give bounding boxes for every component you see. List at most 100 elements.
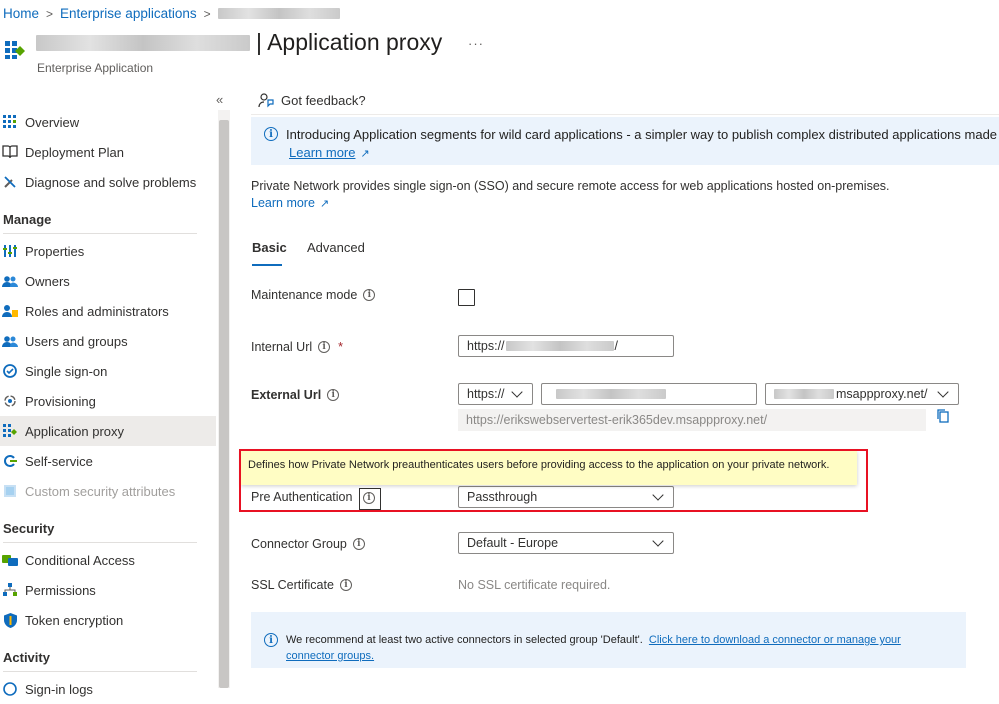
conditional-access-icon (2, 552, 18, 568)
connector-group-label: Connector Group i (251, 537, 365, 551)
info-icon[interactable]: i (339, 579, 352, 591)
app-name-redacted (36, 34, 250, 51)
chevron-down-icon (652, 535, 664, 547)
sidebar-item-properties[interactable]: Properties (0, 236, 216, 266)
sidebar-item-label: Deployment Plan (25, 144, 124, 160)
page-subtitle: Enterprise Application (37, 61, 154, 75)
internal-url-input[interactable]: https:/// (458, 335, 674, 357)
external-url-scheme-dropdown[interactable]: https:// (458, 383, 533, 405)
sidebar-item-owners[interactable]: Owners (0, 266, 216, 296)
sidebar-item-sso[interactable]: Single sign-on (0, 356, 216, 386)
breadcrumb: Home > Enterprise applications > (3, 6, 340, 21)
redacted-domain (774, 389, 834, 399)
external-url-domain-dropdown[interactable]: msappproxy.net/ (765, 383, 959, 405)
sidebar-item-permissions[interactable]: Permissions (0, 575, 216, 605)
sidebar-item-custom-security-attributes[interactable]: Custom security attributes (0, 476, 216, 506)
wrench-icon (2, 174, 18, 190)
breadcrumb-enterprise-apps[interactable]: Enterprise applications (60, 6, 197, 21)
info-icon[interactable]: i (318, 341, 331, 353)
sidebar-item-label: Sign-in logs (25, 681, 93, 697)
tab-basic[interactable]: Basic (252, 240, 287, 255)
ssl-certificate-value: No SSL certificate required. (458, 578, 611, 592)
chevron-down-icon (937, 386, 949, 398)
sidebar-heading-security: Security (3, 521, 55, 536)
active-tab-indicator (252, 264, 282, 266)
chevron-right-icon: > (203, 7, 211, 21)
collapse-sidebar-icon[interactable]: « (216, 92, 223, 107)
sidebar-item-label: Roles and administrators (25, 303, 169, 319)
sidebar-item-label: Users and groups (25, 333, 128, 349)
internal-url-label: Internal Url i * (251, 340, 344, 354)
info-icon[interactable]: i (363, 289, 376, 301)
sidebar-heading-manage: Manage (3, 212, 52, 227)
info-icon: i (264, 127, 278, 141)
more-options-icon[interactable]: ··· (468, 36, 484, 51)
sidebar-divider (3, 671, 197, 672)
sidebar-item-overview[interactable]: Overview (0, 107, 216, 137)
breadcrumb-app-name-redacted[interactable] (217, 8, 340, 19)
sidebar: Overview Deployment Plan Diagnose and so… (0, 84, 216, 697)
external-url-label: External Url i (251, 388, 340, 402)
external-url-subdomain-input[interactable] (541, 383, 757, 405)
description-text: Private Network provides single sign-on … (251, 179, 890, 193)
info-icon: i (264, 633, 278, 647)
info-banner-text: Introducing Application segments for wil… (286, 127, 999, 142)
highlight-box (239, 449, 868, 512)
feedback-button[interactable]: Got feedback? (258, 92, 366, 108)
sidebar-item-self-service[interactable]: Self-service (0, 446, 216, 476)
sidebar-item-label: Owners (25, 273, 70, 289)
connector-group-dropdown[interactable]: Default - Europe (458, 532, 674, 554)
app-proxy-icon (2, 423, 18, 439)
required-marker: * (338, 340, 344, 354)
users-icon (2, 273, 18, 289)
maintenance-mode-checkbox[interactable] (458, 289, 475, 306)
info-icon[interactable]: i (327, 389, 340, 401)
sidebar-item-label: Permissions (25, 582, 96, 598)
redacted-host (505, 341, 614, 351)
divider (251, 114, 999, 115)
sidebar-item-label: Overview (25, 114, 80, 130)
sidebar-item-roles[interactable]: Roles and administrators (0, 296, 216, 326)
sidebar-item-label: Token encryption (25, 612, 124, 628)
sidebar-item-application-proxy[interactable]: Application proxy (0, 416, 216, 446)
sidebar-item-diagnose[interactable]: Diagnose and solve problems (0, 167, 216, 197)
users-icon (2, 333, 18, 349)
feedback-label: Got feedback? (281, 92, 366, 108)
app-grid-icon (5, 41, 25, 59)
sidebar-item-sign-in-logs[interactable]: Sign-in logs (0, 674, 216, 704)
sidebar-item-deployment-plan[interactable]: Deployment Plan (0, 137, 216, 167)
tab-advanced[interactable]: Advanced (307, 240, 365, 255)
sidebar-item-label: Custom security attributes (25, 483, 176, 499)
sidebar-item-label: Single sign-on (25, 363, 108, 379)
sidebar-divider (3, 542, 197, 543)
permissions-icon (2, 582, 18, 598)
sidebar-item-token-encryption[interactable]: Token encryption (0, 605, 216, 635)
feedback-icon (258, 93, 274, 108)
description-learn-more[interactable]: Learn more ↗ (251, 196, 329, 210)
copy-icon[interactable] (937, 409, 949, 423)
sidebar-item-provisioning[interactable]: Provisioning (0, 386, 216, 416)
breadcrumb-home[interactable]: Home (3, 6, 39, 21)
chevron-right-icon: > (46, 7, 54, 21)
sidebar-heading-activity: Activity (3, 650, 50, 665)
sso-icon (2, 363, 18, 379)
log-icon (2, 681, 18, 697)
shield-icon (2, 612, 18, 628)
chevron-down-icon (511, 386, 523, 398)
sidebar-item-label: Diagnose and solve problems (25, 174, 197, 190)
external-link-icon: ↗ (319, 198, 330, 210)
sidebar-scroll-thumb[interactable] (219, 120, 229, 688)
sidebar-item-label: Self-service (25, 453, 93, 469)
info-icon[interactable]: i (352, 538, 365, 550)
info-banner-learn-more[interactable]: Learn more ↗ (289, 145, 370, 160)
sidebar-item-conditional-access[interactable]: Conditional Access (0, 545, 216, 575)
sidebar-item-label: Conditional Access (25, 552, 135, 568)
self-service-icon (2, 453, 18, 469)
provisioning-icon (2, 393, 18, 409)
sidebar-item-label: Properties (25, 243, 85, 259)
external-link-icon: ↗ (360, 148, 370, 160)
redacted-subdomain (556, 389, 666, 399)
sidebar-item-label: Application proxy (25, 423, 124, 439)
sidebar-item-label: Provisioning (25, 393, 96, 409)
sidebar-item-users-groups[interactable]: Users and groups (0, 326, 216, 356)
